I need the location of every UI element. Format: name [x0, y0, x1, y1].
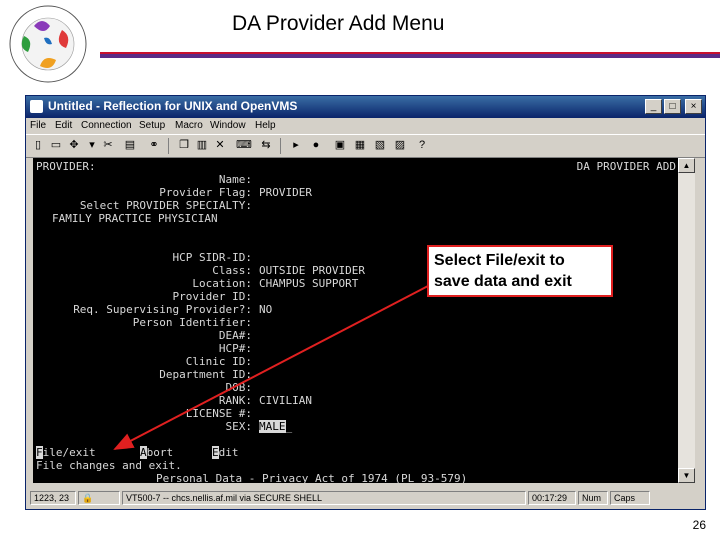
- field-value-specialty: FAMILY PRACTICE PHYSICIAN: [52, 212, 218, 225]
- field-label-rank: RANK:: [218, 394, 252, 407]
- action-edit[interactable]: Edit: [212, 446, 239, 459]
- title-divider: [100, 52, 720, 58]
- cut-icon[interactable]: ✕: [212, 138, 228, 153]
- scroll-down-icon[interactable]: ▼: [678, 468, 695, 483]
- reflection-window: Untitled - Reflection for UNIX and OpenV…: [25, 95, 706, 510]
- field-label-dea: DEA#:: [218, 329, 252, 342]
- conference-logo: [9, 5, 87, 83]
- app-icon: [30, 100, 43, 113]
- toolbar-icon[interactable]: ▧: [372, 138, 388, 153]
- field-label-person-identifier: Person Identifier:: [132, 316, 252, 329]
- terminal-header-left: PROVIDER:: [36, 160, 96, 173]
- settings-icon[interactable]: ▣: [332, 138, 348, 153]
- transfer-icon[interactable]: ⇆: [258, 138, 274, 153]
- menu-bar: File Edit Connection Setup Macro Window …: [26, 118, 705, 134]
- cursor-position: 1223, 23: [30, 491, 76, 505]
- menu-setup[interactable]: Setup: [139, 120, 165, 131]
- copy-icon[interactable]: ❐: [176, 138, 192, 153]
- field-label-department-id: Department ID:: [159, 368, 252, 381]
- num-lock-indicator: Num: [578, 491, 608, 505]
- menu-connection[interactable]: Connection: [81, 120, 132, 131]
- field-value-location: CHAMPUS SUPPORT: [259, 277, 359, 290]
- field-value-req-supervising: NO: [259, 303, 273, 316]
- menu-help[interactable]: Help: [255, 120, 276, 131]
- vertical-scrollbar[interactable]: ▲ ▼: [678, 158, 695, 483]
- terminal-screen[interactable]: PROVIDER: DA PROVIDER ADD Name: Provider…: [33, 158, 678, 483]
- maximize-button[interactable]: □: [664, 99, 681, 114]
- edit-hotkey: E: [212, 446, 219, 459]
- field-label-provider-id: Provider ID:: [172, 290, 252, 303]
- field-label-hcp-sidr-id: HCP SIDR-ID:: [172, 251, 252, 264]
- toolbar: ▯ ▭ ✥ ▾ ✂ ▤ ⚭ ❐ ▥ ✕ ⌨ ⇆ ▸ ● ▣ ▦ ▧ ▨ ?: [26, 134, 705, 158]
- field-label-sex: SEX:: [225, 420, 253, 433]
- caps-lock-indicator: Caps: [610, 491, 650, 505]
- session-info: VT500-7 -- chcs.nellis.af.mil via SECURE…: [122, 491, 526, 505]
- window-titlebar: Untitled - Reflection for UNIX and OpenV…: [26, 96, 705, 118]
- field-label-specialty: Select PROVIDER SPECIALTY:: [79, 199, 252, 212]
- field-label-class: Class:: [212, 264, 252, 277]
- action-abort[interactable]: Abort: [140, 446, 173, 459]
- close-button[interactable]: ×: [685, 99, 702, 114]
- abort-hotkey: A: [140, 446, 147, 459]
- field-label-name: Name:: [218, 173, 252, 186]
- hotspot-icon[interactable]: ▨: [392, 138, 408, 153]
- menu-file[interactable]: File: [30, 120, 46, 131]
- print-icon[interactable]: ▤: [122, 138, 138, 153]
- status-lock-icon: 🔒: [78, 491, 120, 505]
- connect-icon[interactable]: ✥: [66, 138, 82, 153]
- menu-window[interactable]: Window: [210, 120, 246, 131]
- disconnect-icon[interactable]: ✂: [100, 138, 116, 153]
- window-title: Untitled - Reflection for UNIX and OpenV…: [48, 99, 298, 113]
- new-file-icon[interactable]: ▯: [30, 138, 46, 153]
- display-icon[interactable]: ▦: [352, 138, 368, 153]
- field-label-clinic-id: Clinic ID:: [185, 355, 252, 368]
- play-macro-icon[interactable]: ▸: [288, 138, 304, 153]
- menu-macro[interactable]: Macro: [175, 120, 203, 131]
- field-label-req-supervising: Req. Supervising Provider?:: [73, 303, 252, 316]
- action-help-line: File changes and exit.: [36, 459, 182, 472]
- terminal-header-right: DA PROVIDER ADD: [576, 160, 676, 173]
- field-value-rank: CIVILIAN: [259, 394, 312, 407]
- action-file-exit[interactable]: File/exit: [36, 446, 96, 459]
- page-number: 26: [692, 518, 706, 532]
- callout-line-2: save data and exit: [434, 273, 572, 290]
- slide-title: DA Provider Add Menu: [232, 12, 445, 35]
- open-folder-icon[interactable]: ▭: [48, 138, 64, 153]
- field-label-license: LICENSE #:: [185, 407, 252, 420]
- field-label-dob: DOB:: [225, 381, 253, 394]
- dropdown-icon[interactable]: ▾: [84, 138, 100, 153]
- scroll-up-icon[interactable]: ▲: [678, 158, 695, 173]
- find-icon[interactable]: ⚭: [146, 138, 162, 153]
- field-value-sex[interactable]: MALE_: [259, 420, 292, 433]
- context-help-icon[interactable]: ?: [414, 138, 430, 153]
- field-label-provider-flag: Provider Flag:: [159, 186, 252, 199]
- paste-icon[interactable]: ▥: [194, 138, 210, 153]
- instruction-callout: Select File/exit to save data and exit: [427, 245, 613, 297]
- field-label-hcp: HCP#:: [218, 342, 252, 355]
- record-macro-icon[interactable]: ●: [308, 138, 324, 153]
- field-label-location: Location:: [192, 277, 252, 290]
- keyboard-icon[interactable]: ⌨: [236, 138, 252, 153]
- sex-input[interactable]: MALE: [259, 420, 286, 433]
- session-time: 00:17:29: [528, 491, 576, 505]
- status-bar: 1223, 23 🔒 VT500-7 -- chcs.nellis.af.mil…: [26, 489, 705, 509]
- field-value-class: OUTSIDE PROVIDER: [259, 264, 365, 277]
- minimize-button[interactable]: _: [645, 99, 662, 114]
- callout-line-1: Select File/exit to: [434, 252, 565, 269]
- privacy-footer: Personal Data - Privacy Act of 1974 (PL …: [156, 472, 468, 483]
- field-value-provider-flag: PROVIDER: [259, 186, 312, 199]
- menu-edit[interactable]: Edit: [55, 120, 72, 131]
- file-exit-hotkey: F: [36, 446, 43, 459]
